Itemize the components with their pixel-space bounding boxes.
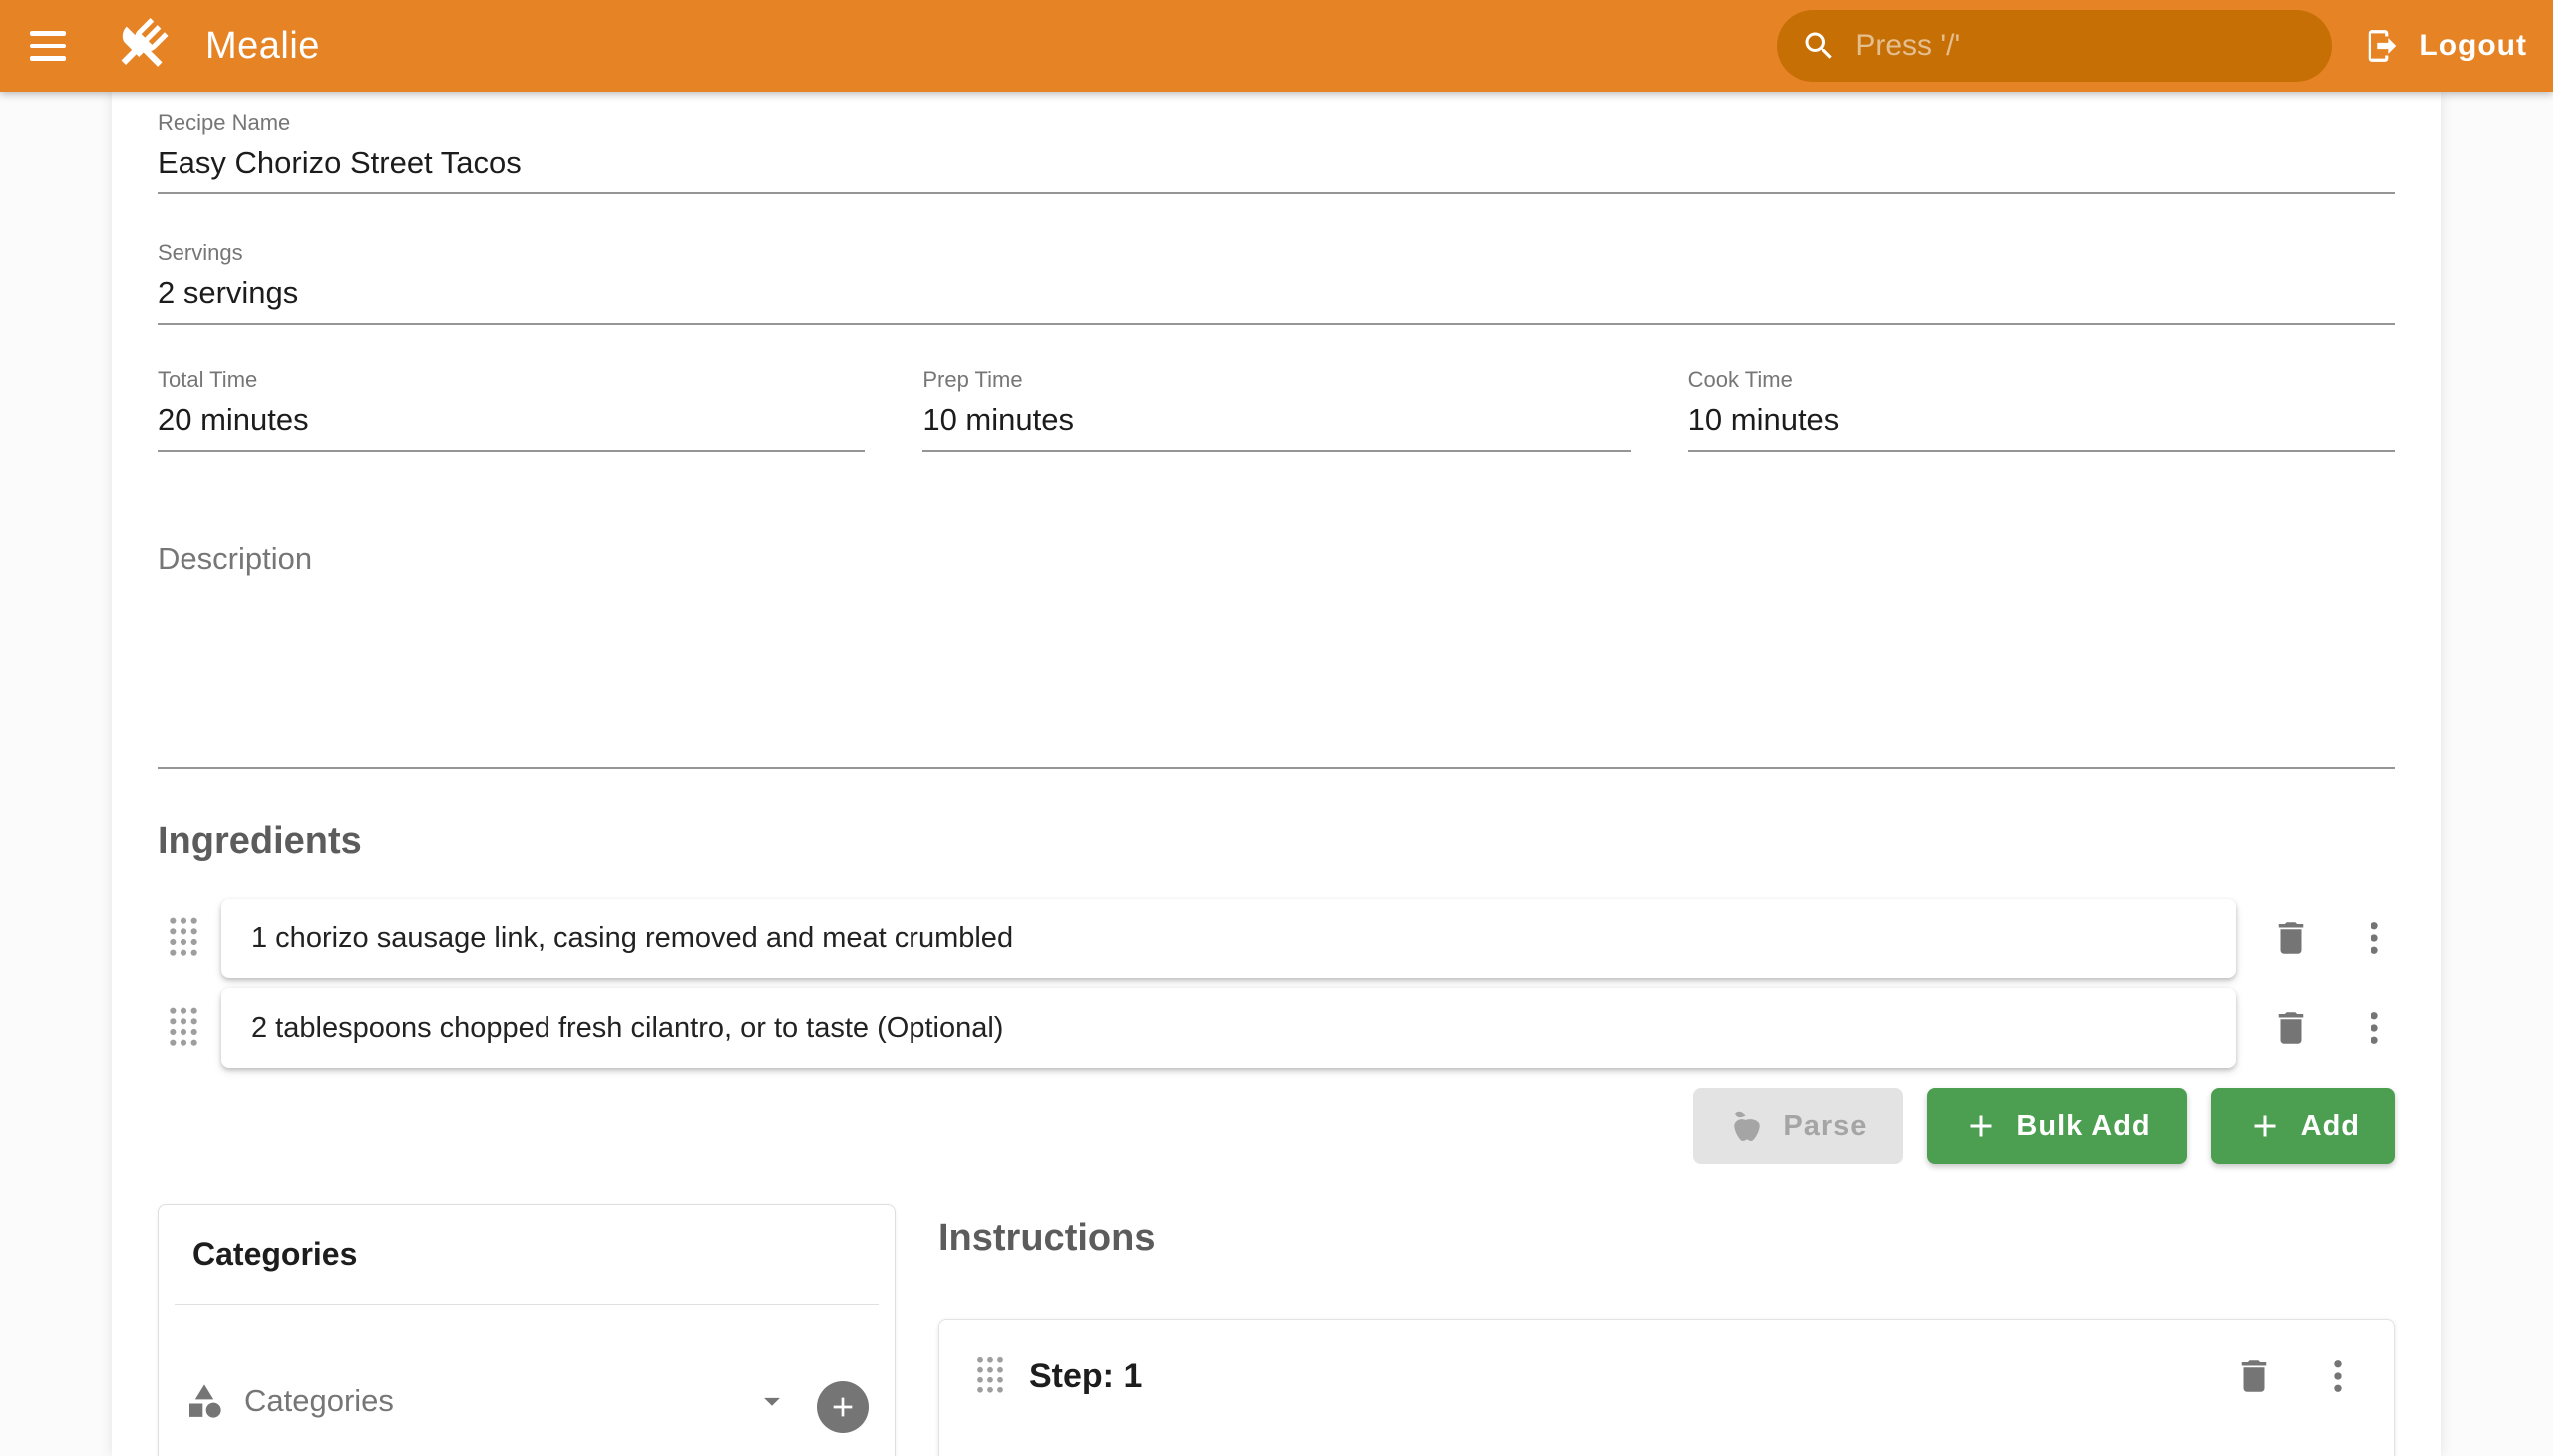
categories-select-label: Categories	[244, 1383, 733, 1419]
delete-ingredient-button[interactable]	[2270, 917, 2312, 959]
divider	[175, 1304, 879, 1305]
plus-icon	[2247, 1108, 2283, 1144]
chevron-down-icon	[753, 1382, 791, 1420]
field-underline	[158, 450, 865, 452]
cook-time-label: Cook Time	[1688, 367, 2395, 392]
shapes-icon	[184, 1381, 224, 1421]
search-input[interactable]	[1855, 29, 2308, 63]
plus-circle-icon	[827, 1391, 859, 1423]
ingredient-actions: Parse Bulk Add Add	[158, 1088, 2395, 1164]
kebab-menu-icon	[2354, 917, 2395, 959]
drag-handle-icon[interactable]	[975, 1354, 1005, 1398]
search-bar[interactable]	[1777, 10, 2332, 82]
total-time-value[interactable]: 20 minutes	[158, 402, 865, 438]
drag-handle-icon[interactable]	[168, 1005, 199, 1051]
step-menu-button[interactable]	[2317, 1355, 2359, 1397]
instructions-column: Instructions Step: 1	[938, 1204, 2395, 1456]
instructions-heading: Instructions	[938, 1216, 2395, 1260]
search-icon	[1801, 28, 1837, 64]
field-underline	[1688, 450, 2395, 452]
ingredient-menu-button[interactable]	[2354, 917, 2395, 959]
prep-time-label: Prep Time	[922, 367, 1630, 392]
categories-card: Categories Categories	[158, 1204, 896, 1456]
description-textarea[interactable]	[158, 577, 2395, 755]
app-title: Mealie	[205, 25, 320, 68]
logout-button[interactable]: Logout	[2364, 27, 2527, 65]
ingredient-menu-button[interactable]	[2354, 1007, 2395, 1049]
field-underline	[158, 192, 2395, 194]
prep-time-field[interactable]: Prep Time 10 minutes	[922, 367, 1630, 452]
drag-handle-icon[interactable]	[168, 915, 199, 961]
field-underline	[158, 323, 2395, 325]
ingredient-input[interactable]: 1 chorizo sausage link, casing removed a…	[221, 899, 2236, 978]
parse-button[interactable]: Parse	[1693, 1088, 1903, 1164]
cook-time-value[interactable]: 10 minutes	[1688, 402, 2395, 438]
trash-icon	[2270, 1007, 2312, 1049]
total-time-label: Total Time	[158, 367, 865, 392]
step-title: Step: 1	[1029, 1357, 1142, 1396]
logout-icon	[2364, 27, 2401, 65]
servings-field[interactable]: Servings 2 servings	[158, 240, 2395, 325]
add-category-button[interactable]	[817, 1381, 869, 1433]
trash-icon	[2270, 917, 2312, 959]
recipe-name-label: Recipe Name	[158, 110, 2395, 135]
delete-ingredient-button[interactable]	[2270, 1007, 2312, 1049]
silverware-logo-icon	[110, 13, 176, 79]
plus-icon	[1963, 1108, 1999, 1144]
bulk-add-label: Bulk Add	[2016, 1110, 2150, 1143]
recipe-editor-card: Recipe Name Easy Chorizo Street Tacos Se…	[112, 92, 2441, 1456]
cook-time-field[interactable]: Cook Time 10 minutes	[1688, 367, 2395, 452]
description-label: Description	[158, 542, 2395, 577]
kebab-menu-icon	[2354, 1007, 2395, 1049]
servings-value[interactable]: 2 servings	[158, 275, 2395, 311]
servings-label: Servings	[158, 240, 2395, 265]
categories-column: Categories Categories	[158, 1204, 896, 1456]
trash-icon	[2233, 1355, 2275, 1397]
menu-icon[interactable]	[22, 20, 74, 72]
total-time-field[interactable]: Total Time 20 minutes	[158, 367, 865, 452]
logout-label: Logout	[2419, 29, 2527, 63]
prep-time-value[interactable]: 10 minutes	[922, 402, 1630, 438]
times-row: Total Time 20 minutes Prep Time 10 minut…	[158, 367, 2395, 452]
ingredient-row: 1 chorizo sausage link, casing removed a…	[168, 899, 2395, 978]
add-label: Add	[2301, 1110, 2360, 1143]
recipe-name-value[interactable]: Easy Chorizo Street Tacos	[158, 145, 2395, 181]
description-field[interactable]: Description	[158, 542, 2395, 769]
parse-label: Parse	[1783, 1110, 1867, 1143]
step-card: Step: 1 Combine crumbled chorizo and chi…	[938, 1319, 2395, 1456]
bottom-section: Categories Categories	[158, 1204, 2395, 1456]
app-bar: Mealie Logout	[0, 0, 2553, 92]
categories-title: Categories	[192, 1235, 879, 1273]
ingredient-row: 2 tablespoons chopped fresh cilantro, or…	[168, 988, 2395, 1068]
field-underline	[922, 450, 1630, 452]
add-button[interactable]: Add	[2211, 1088, 2395, 1164]
apple-icon	[1729, 1108, 1765, 1144]
delete-step-button[interactable]	[2233, 1355, 2275, 1397]
bulk-add-button[interactable]: Bulk Add	[1927, 1088, 2186, 1164]
categories-select[interactable]: Categories	[184, 1381, 791, 1456]
recipe-name-field[interactable]: Recipe Name Easy Chorizo Street Tacos	[158, 110, 2395, 194]
ingredients-heading: Ingredients	[158, 819, 2395, 863]
field-underline	[158, 767, 2395, 769]
ingredient-input[interactable]: 2 tablespoons chopped fresh cilantro, or…	[221, 988, 2236, 1068]
kebab-menu-icon	[2317, 1355, 2359, 1397]
